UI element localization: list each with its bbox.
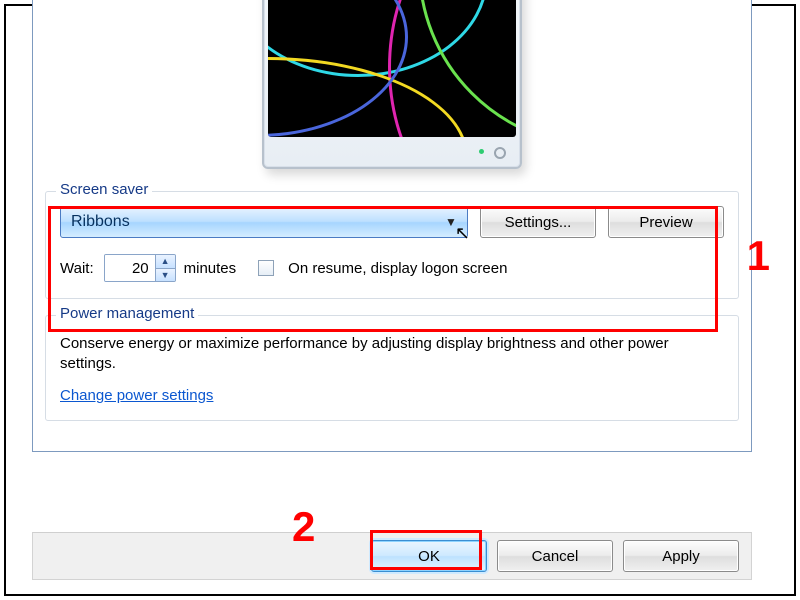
screensaver-group: Screen saver Ribbons ↖ Settings... Previ… [45, 191, 739, 299]
settings-button[interactable]: Settings... [480, 206, 596, 238]
spin-up-icon[interactable]: ▲ [155, 255, 175, 268]
wait-input[interactable] [105, 255, 155, 281]
power-management-group: Power management Conserve energy or maxi… [45, 315, 739, 421]
preview-monitor [262, 0, 522, 169]
wait-spinner[interactable]: ▲ ▼ [104, 254, 176, 282]
power-icon [494, 147, 506, 159]
cancel-button[interactable]: Cancel [497, 540, 613, 572]
preview-button[interactable]: Preview [608, 206, 724, 238]
wait-label: Wait: [60, 260, 94, 277]
resume-checkbox-label: On resume, display logon screen [288, 260, 507, 277]
power-management-text: Conserve energy or maximize performance … [60, 334, 724, 375]
screensaver-legend: Screen saver [56, 181, 152, 198]
led-icon [479, 149, 484, 154]
dialog-button-bar: OK Cancel Apply [32, 532, 752, 580]
screensaver-dropdown[interactable]: Ribbons ↖ [60, 206, 468, 238]
power-management-legend: Power management [56, 305, 198, 322]
chevron-down-icon[interactable] [439, 210, 463, 234]
change-power-settings-link[interactable]: Change power settings [60, 387, 213, 404]
dropdown-value: Ribbons [71, 213, 130, 231]
minutes-label: minutes [184, 260, 237, 277]
resume-checkbox[interactable] [258, 260, 274, 276]
spin-down-icon[interactable]: ▼ [155, 268, 175, 282]
apply-button[interactable]: Apply [623, 540, 739, 572]
preview-screen [268, 0, 516, 137]
ok-button[interactable]: OK [371, 540, 487, 572]
screensaver-settings-dialog: Screen saver Ribbons ↖ Settings... Previ… [32, 0, 752, 452]
